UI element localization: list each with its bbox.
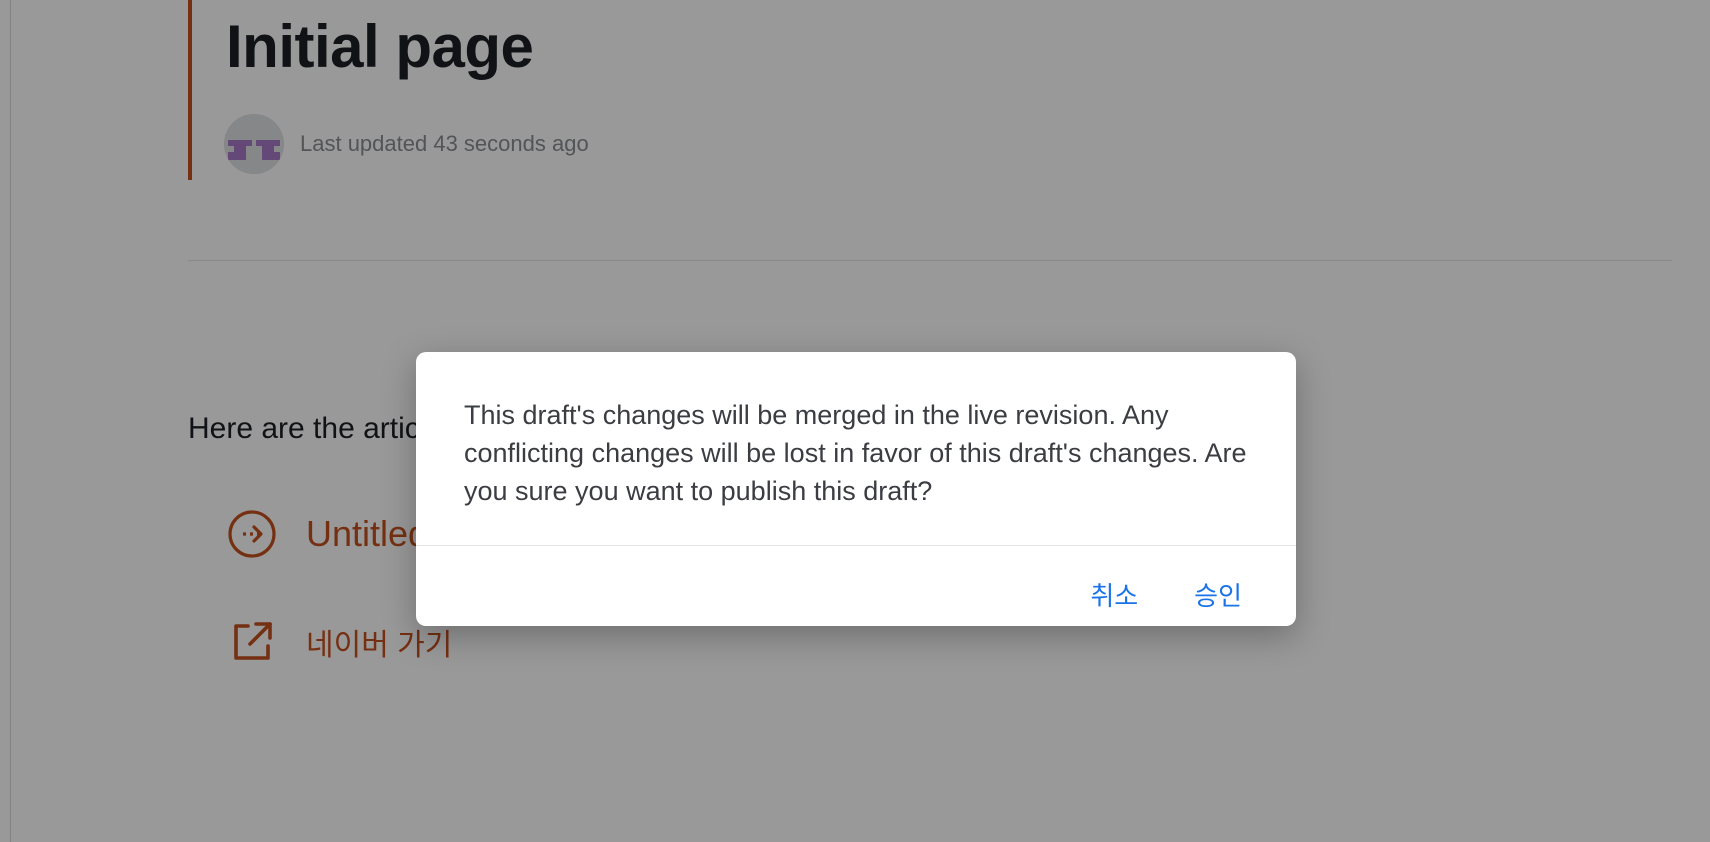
cancel-button[interactable]: 취소 [1088, 570, 1140, 619]
publish-confirm-dialog: This draft's changes will be merged in t… [416, 352, 1296, 626]
dialog-actions: 취소 승인 [1088, 570, 1244, 619]
dialog-divider [416, 545, 1296, 546]
dialog-message: This draft's changes will be merged in t… [464, 400, 1247, 506]
confirm-button[interactable]: 승인 [1192, 570, 1244, 619]
